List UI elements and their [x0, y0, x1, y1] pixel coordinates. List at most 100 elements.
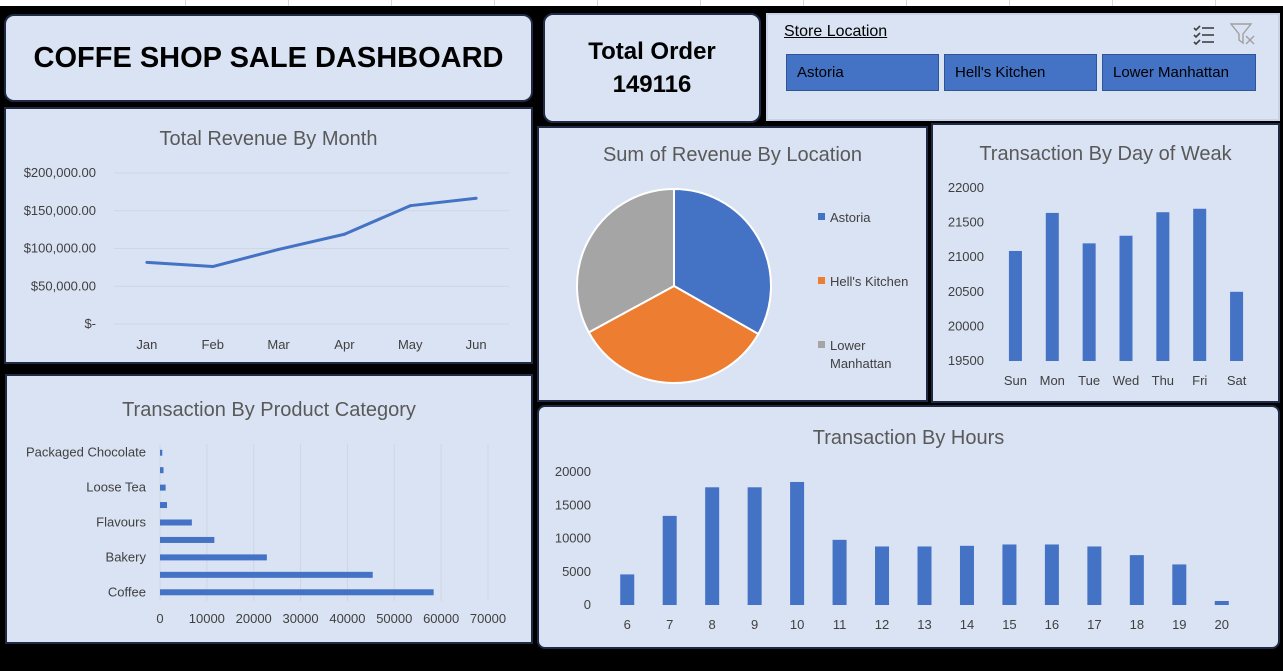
data-point [277, 247, 281, 251]
grid-line [597, 0, 598, 6]
x-tick-label: 0 [156, 611, 163, 626]
legend-label: Manhattan [830, 356, 891, 371]
x-tick-label: 15 [1002, 617, 1016, 632]
y-tick-label: 20500 [948, 284, 984, 299]
grid-line [1009, 0, 1010, 6]
bar [160, 484, 166, 491]
multi-select-icon[interactable] [1192, 23, 1216, 50]
x-tick-label: Fri [1192, 373, 1207, 388]
y-tick-label: $- [84, 316, 96, 331]
bar [1087, 546, 1102, 605]
bar [160, 467, 164, 474]
y-tick-label: $100,000.00 [24, 241, 96, 256]
y-tick-label: 10000 [555, 531, 591, 546]
slicer-title: Store Location [784, 23, 888, 40]
store-location-slicer: Store Location Astoria Hell's Kitchen Lo… [766, 13, 1280, 121]
transaction-by-hours-panel: Transaction By Hours 0 5000 10000 15000 2000… [537, 405, 1280, 649]
bar [1002, 544, 1017, 605]
bar [705, 487, 720, 605]
clear-filter-icon[interactable] [1229, 23, 1256, 50]
y-tick-label: Flavours [96, 515, 146, 530]
grid-line [700, 0, 701, 6]
x-tick-label: 18 [1130, 617, 1144, 632]
data-point [145, 260, 149, 264]
x-tick-label: Mar [267, 337, 290, 352]
x-tick-label: 30000 [282, 611, 318, 626]
legend-swatch [818, 213, 825, 220]
x-tick-label: 20000 [236, 611, 272, 626]
x-tick-label: Jan [136, 337, 157, 352]
slicer-option-label: Lower Manhattan [1113, 64, 1229, 81]
legend-swatch [818, 341, 825, 348]
y-tick-label: $50,000.00 [31, 278, 96, 293]
x-tick-label: 10 [790, 617, 804, 632]
bar [160, 519, 192, 526]
series-line [146, 196, 477, 269]
slicer-option-lower-manhattan[interactable]: Lower Manhattan [1102, 54, 1256, 91]
bar [1045, 212, 1059, 361]
x-tick-label: 10000 [189, 611, 225, 626]
bar [1230, 291, 1244, 361]
dashboard-title-card: COFFE SHOP SALE DASHBOARD [4, 14, 533, 102]
x-tick-label: Wed [1113, 373, 1140, 388]
slicer-option-label: Hell's Kitchen [955, 64, 1046, 81]
total-order-card: Total Order 149116 [543, 13, 761, 123]
grid-line [391, 0, 392, 6]
x-tick-label: 40000 [329, 611, 365, 626]
bar [1172, 564, 1187, 605]
bar [917, 546, 932, 605]
bar [747, 487, 762, 605]
bar [1193, 208, 1207, 361]
y-tick-label: 20000 [555, 464, 591, 479]
slicer-option-hells-kitchen[interactable]: Hell's Kitchen [944, 54, 1097, 91]
data-point [342, 232, 346, 236]
y-tick-label: 21000 [948, 249, 984, 264]
bar [662, 515, 677, 605]
y-tick-label: 19500 [948, 353, 984, 368]
x-tick-label: 6 [624, 617, 631, 632]
bar [1044, 544, 1059, 605]
bar [1156, 212, 1170, 361]
bar [160, 502, 168, 509]
y-tick-label: 21500 [948, 215, 984, 230]
grid-line [1215, 0, 1216, 6]
total-order-label: Total Order [588, 38, 716, 65]
x-tick-label: 20 [1215, 617, 1229, 632]
grid-line [1112, 0, 1113, 6]
grid-line [906, 0, 907, 6]
y-tick-label: 22000 [948, 180, 984, 195]
x-tick-label: 60000 [423, 611, 459, 626]
bar [832, 539, 847, 605]
data-point [211, 265, 215, 269]
y-tick-label: $200,000.00 [24, 165, 96, 180]
revenue-by-location-chart: Astoria Hell's Kitchen Lower Manhattan [576, 187, 908, 384]
x-tick-label: 13 [917, 617, 931, 632]
bar [1008, 250, 1022, 361]
bar [160, 554, 267, 561]
x-tick-label: Sat [1227, 373, 1247, 388]
x-tick-label: 17 [1087, 617, 1101, 632]
slicer-option-astoria[interactable]: Astoria [786, 54, 939, 91]
x-tick-label: Jun [466, 337, 487, 352]
x-tick-label: 16 [1045, 617, 1059, 632]
x-tick-label: Tue [1078, 373, 1100, 388]
data-point [474, 196, 478, 200]
y-tick-label: 20000 [948, 318, 984, 333]
x-tick-label: 14 [960, 617, 974, 632]
grid-line [185, 0, 186, 6]
x-tick-label: 8 [709, 617, 716, 632]
spreadsheet-grid-strip [0, 0, 1283, 6]
bar [790, 481, 805, 605]
grid-line [494, 0, 495, 6]
transaction-by-hours-chart: 0 5000 10000 15000 20000 6 7 8 9 10 11 12 13 14 15 16 17… [555, 464, 1229, 632]
bar [1082, 243, 1096, 361]
x-tick-label: 50000 [376, 611, 412, 626]
grid-line [803, 0, 804, 6]
x-tick-label: 9 [751, 617, 758, 632]
bar [160, 449, 163, 456]
y-tick-label: Bakery [106, 549, 147, 564]
y-tick-label: $150,000.00 [24, 203, 96, 218]
slicer-option-label: Astoria [797, 64, 844, 81]
x-tick-label: Thu [1152, 373, 1174, 388]
revenue-by-location-panel: Sum of Revenue By Location Astoria Hell's… [537, 126, 928, 402]
